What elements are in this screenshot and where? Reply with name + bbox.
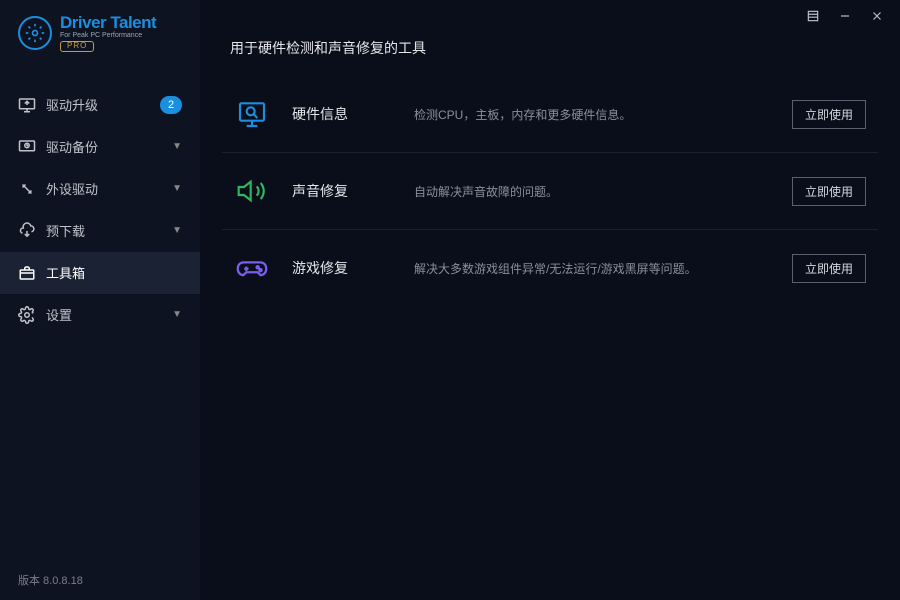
chevron-down-icon: ▼ [172, 309, 182, 320]
tool-name: 声音修复 [292, 181, 392, 201]
gamepad-icon [234, 250, 270, 286]
update-count-badge: 2 [160, 96, 182, 114]
tool-row-sound-repair: 声音修复 自动解决声音故障的问题。 立即使用 [222, 153, 878, 230]
sidebar-item-label: 驱动备份 [46, 137, 162, 156]
sidebar-item-label: 设置 [46, 305, 162, 324]
tool-name: 游戏修复 [292, 258, 392, 278]
page-title: 用于硬件检测和声音修复的工具 [200, 32, 900, 76]
sound-icon [234, 173, 270, 209]
tool-row-hardware-info: 硬件信息 检测CPU，主板，内存和更多硬件信息。 立即使用 [222, 76, 878, 153]
version-label: 版本 8.0.8.18 [0, 560, 200, 600]
tool-list: 硬件信息 检测CPU，主板，内存和更多硬件信息。 立即使用 声音修复 自动解决声… [200, 76, 900, 306]
sidebar-item-label: 预下载 [46, 221, 162, 240]
use-now-button[interactable]: 立即使用 [792, 254, 866, 283]
sidebar-item-label: 外设驱动 [46, 179, 162, 198]
minimize-button[interactable] [836, 7, 854, 25]
hardware-info-icon [234, 96, 270, 132]
app-tagline: For Peak PC Performance [60, 32, 156, 39]
monitor-up-icon [18, 96, 36, 114]
use-now-button[interactable]: 立即使用 [792, 177, 866, 206]
main-content: 用于硬件检测和声音修复的工具 硬件信息 检测CPU，主板，内存和更多硬件信息。 … [200, 0, 900, 600]
close-button[interactable] [868, 7, 886, 25]
cloud-download-icon [18, 222, 36, 240]
sidebar-item-pre-download[interactable]: 预下载 ▼ [0, 210, 200, 252]
gear-icon [18, 306, 36, 324]
window-titlebar [200, 0, 900, 32]
chevron-down-icon: ▼ [172, 141, 182, 152]
menu-icon[interactable] [804, 7, 822, 25]
toolbox-icon [18, 264, 36, 282]
tool-row-game-repair: 游戏修复 解决大多数游戏组件异常/无法运行/游戏黑屏等问题。 立即使用 [222, 230, 878, 306]
chevron-down-icon: ▼ [172, 183, 182, 194]
nav: 驱动升级 2 驱动备份 ▼ 外设驱动 ▼ 预下载 ▼ [0, 84, 200, 336]
chevron-down-icon: ▼ [172, 225, 182, 236]
gear-icon [18, 16, 52, 50]
tool-name: 硬件信息 [292, 104, 392, 124]
tool-description: 检测CPU，主板，内存和更多硬件信息。 [414, 106, 770, 123]
use-now-button[interactable]: 立即使用 [792, 100, 866, 129]
sidebar-item-label: 工具箱 [46, 263, 182, 282]
sidebar-item-toolbox[interactable]: 工具箱 [0, 252, 200, 294]
tool-description: 解决大多数游戏组件异常/无法运行/游戏黑屏等问题。 [414, 260, 770, 277]
sidebar-item-settings[interactable]: 设置 ▼ [0, 294, 200, 336]
sidebar-item-peripheral-driver[interactable]: 外设驱动 ▼ [0, 168, 200, 210]
edition-badge: PRO [60, 41, 94, 51]
sidebar-item-label: 驱动升级 [46, 95, 150, 114]
sidebar-item-driver-upgrade[interactable]: 驱动升级 2 [0, 84, 200, 126]
usb-icon [18, 180, 36, 198]
app-logo: Driver Talent For Peak PC Performance PR… [0, 0, 200, 64]
clock-backup-icon [18, 138, 36, 156]
sidebar: Driver Talent For Peak PC Performance PR… [0, 0, 200, 600]
sidebar-item-driver-backup[interactable]: 驱动备份 ▼ [0, 126, 200, 168]
app-name: Driver Talent [60, 14, 156, 32]
tool-description: 自动解决声音故障的问题。 [414, 183, 770, 200]
